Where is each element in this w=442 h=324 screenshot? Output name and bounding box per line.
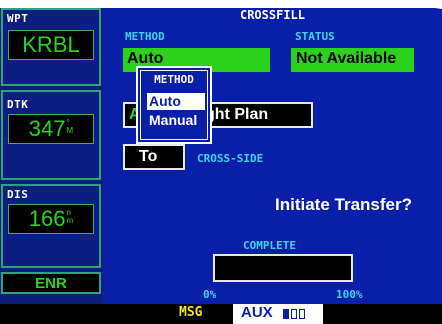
page-indicator [299, 309, 305, 319]
page-indicator [291, 309, 297, 319]
page-title: CROSSFILL [239, 8, 306, 22]
aux-page-group-label: AUX [241, 304, 273, 321]
desired-track-unit-bottom: M [66, 126, 74, 135]
popup-option-manual-label: Manual [149, 112, 198, 128]
desired-track-value-box: 347° M [8, 114, 94, 144]
distance-field: DIS 166n m [1, 184, 101, 268]
progress-min-label: 0% [203, 288, 217, 301]
method-popup-menu: METHOD Auto Manual [136, 66, 212, 144]
transfer-progress-bar [213, 254, 353, 282]
popup-title: METHOD [154, 73, 194, 86]
waypoint-value-box: KRBL [8, 30, 94, 60]
distance-value: 166 [28, 206, 66, 231]
cross-side-value: To [139, 148, 158, 165]
complete-label: COMPLETE [243, 239, 296, 252]
cross-side-field[interactable]: To [123, 144, 185, 170]
waypoint-value: KRBL [22, 32, 80, 57]
method-label: METHOD [125, 30, 165, 43]
desired-track-field: DTK 347° M [1, 90, 101, 180]
crossfill-page: CROSSFILL METHOD STATUS Auto Not Availab… [103, 8, 442, 304]
flight-phase-text: ENR [35, 275, 67, 292]
status-label: STATUS [295, 30, 335, 43]
progress-max-label: 100% [336, 288, 363, 301]
waypoint-label: WPT [7, 12, 29, 25]
data-sidebar: WPT KRBL DTK 347° M DIS 166n m ENR [0, 8, 103, 304]
popup-option-auto[interactable]: Auto [147, 93, 205, 110]
status-field: Not Available [291, 48, 414, 72]
flight-phase-annunciator: ENR [1, 272, 101, 294]
source-field-value: ght Plan [205, 106, 269, 123]
cross-side-label: CROSS-SIDE [197, 152, 264, 165]
desired-track-value: 347 [28, 116, 66, 141]
distance-value-box: 166n m [8, 204, 94, 234]
popup-option-auto-label: Auto [149, 93, 181, 109]
message-annunciator[interactable]: MSG [167, 304, 229, 324]
desired-track-label: DTK [7, 98, 29, 111]
aux-page-group: AUX [233, 304, 323, 324]
distance-unit-bottom: m [66, 216, 74, 225]
status-bar: MSG AUX [0, 304, 442, 324]
page-indicator-active [283, 309, 289, 319]
distance-label: DIS [7, 188, 29, 201]
status-field-value: Not Available [296, 50, 397, 67]
waypoint-field: WPT KRBL [1, 8, 101, 86]
initiate-transfer-prompt[interactable]: Initiate Transfer? [275, 195, 412, 215]
message-annunciator-text: MSG [179, 305, 203, 320]
popup-option-manual[interactable]: Manual [147, 112, 199, 129]
gps-screen: WPT KRBL DTK 347° M DIS 166n m ENR CROSS… [0, 0, 442, 324]
